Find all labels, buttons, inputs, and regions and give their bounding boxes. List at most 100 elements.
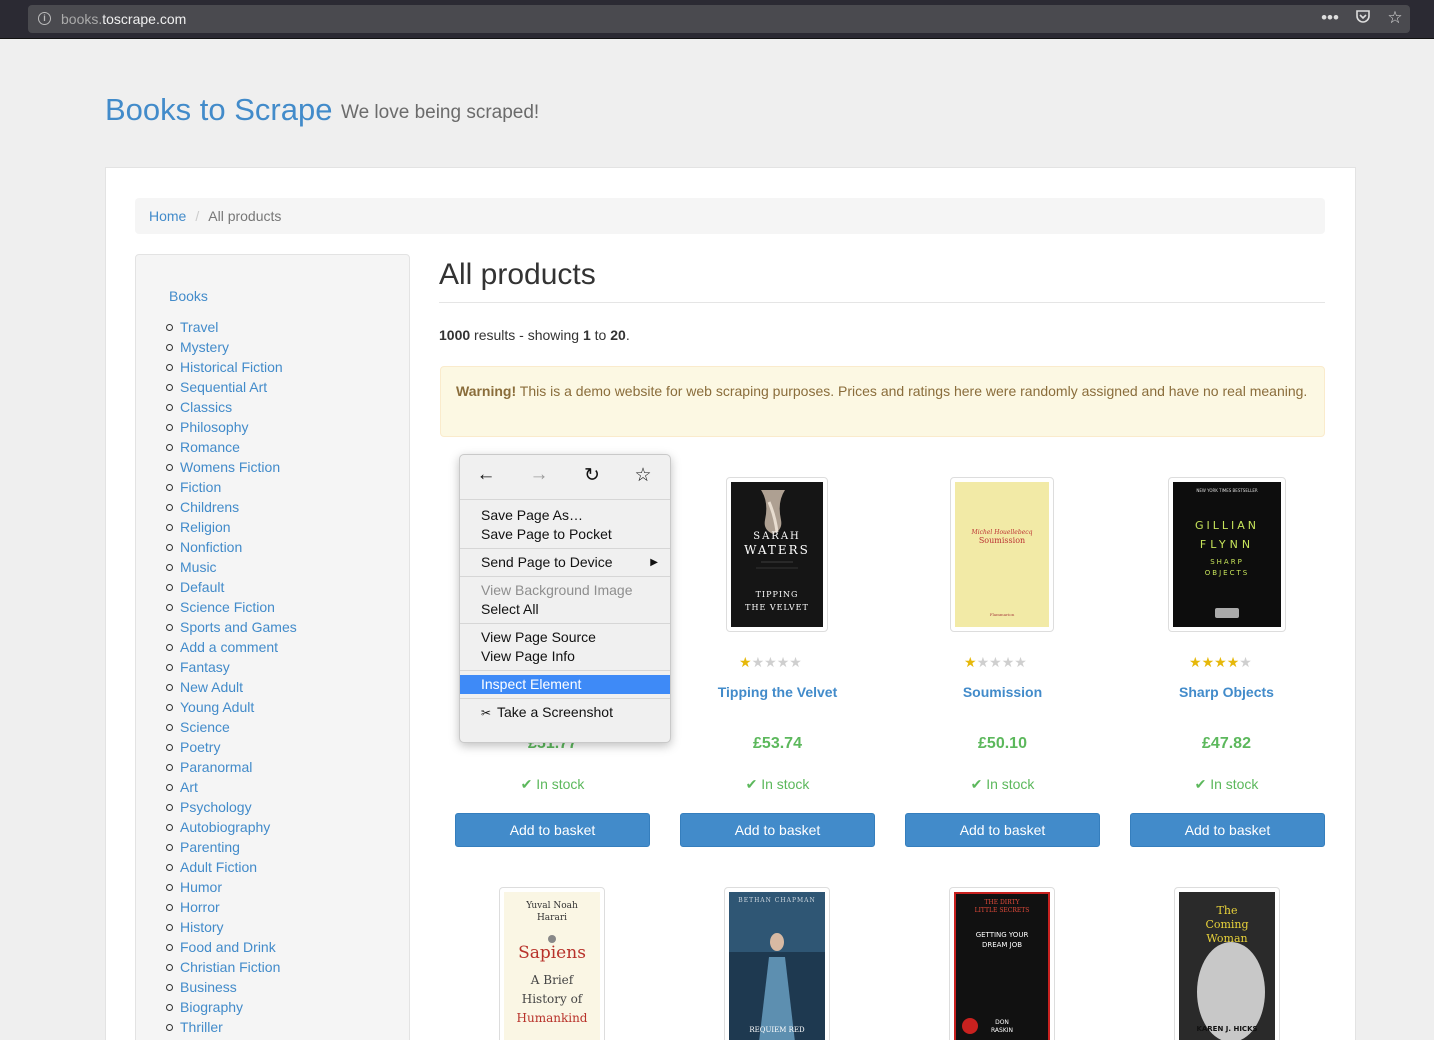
- sidebar-category-item[interactable]: Humor: [166, 877, 297, 897]
- product-title-link[interactable]: Tipping the Velvet: [680, 684, 875, 700]
- cover-author-first: GILLIAN: [1195, 519, 1259, 532]
- sidebar-category-item[interactable]: Poetry: [166, 737, 297, 757]
- sidebar-category-item[interactable]: Travel: [166, 317, 297, 337]
- sidebar-category-item[interactable]: Science Fiction: [166, 597, 297, 617]
- sidebar-category-item[interactable]: Parenting: [166, 837, 297, 857]
- bullet-icon: [166, 824, 173, 831]
- menu-divider: [460, 576, 670, 577]
- bullet-icon: [166, 384, 173, 391]
- book-cover-image[interactable]: NEW YORK TIMES BESTSELLER GILLIAN FLYNN …: [1168, 477, 1286, 632]
- menu-item-take-screenshot[interactable]: ✂ Take a Screenshot: [460, 703, 670, 722]
- sidebar-category-item[interactable]: Psychology: [166, 797, 297, 817]
- sidebar-category-item[interactable]: Biography: [166, 997, 297, 1017]
- bullet-icon: [166, 904, 173, 911]
- sidebar-category-item[interactable]: Womens Fiction: [166, 457, 297, 477]
- book-cover-image[interactable]: The Coming Woman KAREN J. HICKS: [1174, 887, 1280, 1040]
- sidebar-category-item[interactable]: Add a comment: [166, 637, 297, 657]
- add-to-basket-button[interactable]: Add to basket: [680, 813, 875, 847]
- sidebar-category-label: Food and Drink: [180, 939, 276, 955]
- add-to-basket-button[interactable]: Add to basket: [455, 813, 650, 847]
- menu-item-save-page-as[interactable]: Save Page As…: [460, 506, 670, 525]
- cover-title: REQUIEM RED: [749, 1026, 805, 1034]
- sidebar-category-item[interactable]: Childrens: [166, 497, 297, 517]
- sidebar-category-item[interactable]: Science: [166, 717, 297, 737]
- sidebar-category-item[interactable]: Classics: [166, 397, 297, 417]
- cover-author-last: FLYNN: [1200, 538, 1254, 551]
- cover-author: BETHAN CHAPMAN: [738, 897, 815, 904]
- bookmark-star-icon[interactable]: ☆: [631, 464, 655, 487]
- bullet-icon: [166, 804, 173, 811]
- sidebar-category-item[interactable]: Romance: [166, 437, 297, 457]
- address-bar[interactable]: i books.toscrape.com ••• ☆: [28, 5, 1410, 33]
- sidebar-category-item[interactable]: Business: [166, 977, 297, 997]
- book-cover-image[interactable]: THE DIRTY LITTLE SECRETS GETTING YOUR DR…: [949, 887, 1055, 1040]
- bullet-icon: [166, 864, 173, 871]
- bullet-icon: [166, 464, 173, 471]
- sidebar-category-item[interactable]: Young Adult: [166, 697, 297, 717]
- sidebar-category-item[interactable]: Food and Drink: [166, 937, 297, 957]
- bullet-icon: [166, 364, 173, 371]
- sidebar-category-item[interactable]: Autobiography: [166, 817, 297, 837]
- cover-subtitle1: A Brief: [530, 973, 575, 987]
- menu-item-view-background-image: View Background Image: [481, 582, 633, 598]
- sidebar-category-item[interactable]: Fiction: [166, 477, 297, 497]
- sidebar-category-item[interactable]: Christian Fiction: [166, 957, 297, 977]
- sidebar-category-item[interactable]: Historical Fiction: [166, 357, 297, 377]
- menu-item-inspect-element[interactable]: Inspect Element: [460, 675, 670, 694]
- pocket-icon[interactable]: [1352, 8, 1374, 29]
- sidebar-category-item[interactable]: Thriller: [166, 1017, 297, 1037]
- sidebar-category-label: Sports and Games: [180, 619, 297, 635]
- menu-item-save-to-pocket[interactable]: Save Page to Pocket: [460, 525, 670, 544]
- product-title-link[interactable]: Soumission: [905, 684, 1100, 700]
- sidebar-category-item[interactable]: Adult Fiction: [166, 857, 297, 877]
- sidebar-category-item[interactable]: Music: [166, 557, 297, 577]
- sidebar-category-item[interactable]: Sequential Art: [166, 377, 297, 397]
- menu-item-select-all[interactable]: Select All: [460, 600, 670, 619]
- cover-title-line1: TIPPING: [756, 590, 799, 599]
- cover-author-first: Yuval Noah: [525, 901, 578, 911]
- book-cover-image[interactable]: Yuval Noah Harari Sapiens A Brief Histor…: [499, 887, 605, 1040]
- sidebar-category-item[interactable]: New Adult: [166, 677, 297, 697]
- info-icon[interactable]: i: [38, 12, 51, 25]
- bookmark-star-icon[interactable]: ☆: [1384, 8, 1406, 28]
- reload-icon[interactable]: ↻: [580, 464, 604, 487]
- product-title-link[interactable]: Sharp Objects: [1129, 684, 1324, 700]
- results-from: 1: [582, 327, 591, 343]
- back-arrow-icon[interactable]: ←: [474, 464, 498, 486]
- sidebar-category-item[interactable]: Religion: [166, 517, 297, 537]
- star-empty-icon: ★: [1014, 654, 1027, 670]
- sidebar-category-item[interactable]: Fantasy: [166, 657, 297, 677]
- forward-arrow-icon: →: [529, 464, 549, 485]
- url-text[interactable]: books.toscrape.com: [61, 11, 186, 27]
- bullet-icon: [166, 344, 173, 351]
- sidebar-category-item[interactable]: Horror: [166, 897, 297, 917]
- sidebar-category-item[interactable]: Philosophy: [166, 417, 297, 437]
- sidebar-category-item[interactable]: Mystery: [166, 337, 297, 357]
- sidebar-category-item[interactable]: Nonfiction: [166, 537, 297, 557]
- menu-divider: [460, 670, 670, 671]
- add-to-basket-button[interactable]: Add to basket: [905, 813, 1100, 847]
- menu-item-view-page-source[interactable]: View Page Source: [460, 628, 670, 647]
- sidebar-category-label: Philosophy: [180, 419, 249, 435]
- book-cover-image[interactable]: BETHAN CHAPMAN REQUIEM RED: [724, 887, 830, 1040]
- more-options-icon[interactable]: •••: [1319, 8, 1341, 28]
- cover-subtitle2: History of: [522, 992, 584, 1006]
- sidebar-category-item[interactable]: Paranormal: [166, 757, 297, 777]
- results-end: .: [625, 327, 630, 343]
- menu-item-view-page-info[interactable]: View Page Info: [460, 647, 670, 666]
- book-cover-image[interactable]: SARAH WATERS TIPPING THE VELVET: [726, 477, 828, 632]
- breadcrumb-home-link[interactable]: Home: [149, 208, 186, 224]
- site-brand-link[interactable]: Books to Scrape: [105, 92, 332, 128]
- cover-title-line1: The: [1217, 904, 1238, 917]
- sidebar-category-item[interactable]: History: [166, 917, 297, 937]
- sidebar-category-item[interactable]: Sports and Games: [166, 617, 297, 637]
- results-summary: 1000 results - showing 1 to 20.: [439, 327, 630, 343]
- sidebar-category-item[interactable]: Art: [166, 777, 297, 797]
- sidebar-category-item[interactable]: Default: [166, 577, 297, 597]
- book-cover-image[interactable]: Michel Houellebecq Soumission Flammarion: [950, 477, 1054, 632]
- sidebar-books-link[interactable]: Books: [169, 288, 208, 304]
- title-divider: [439, 302, 1325, 303]
- menu-item-send-to-device[interactable]: Send Page to Device ▶: [460, 553, 670, 572]
- check-icon: ✔: [520, 776, 537, 792]
- add-to-basket-button[interactable]: Add to basket: [1130, 813, 1325, 847]
